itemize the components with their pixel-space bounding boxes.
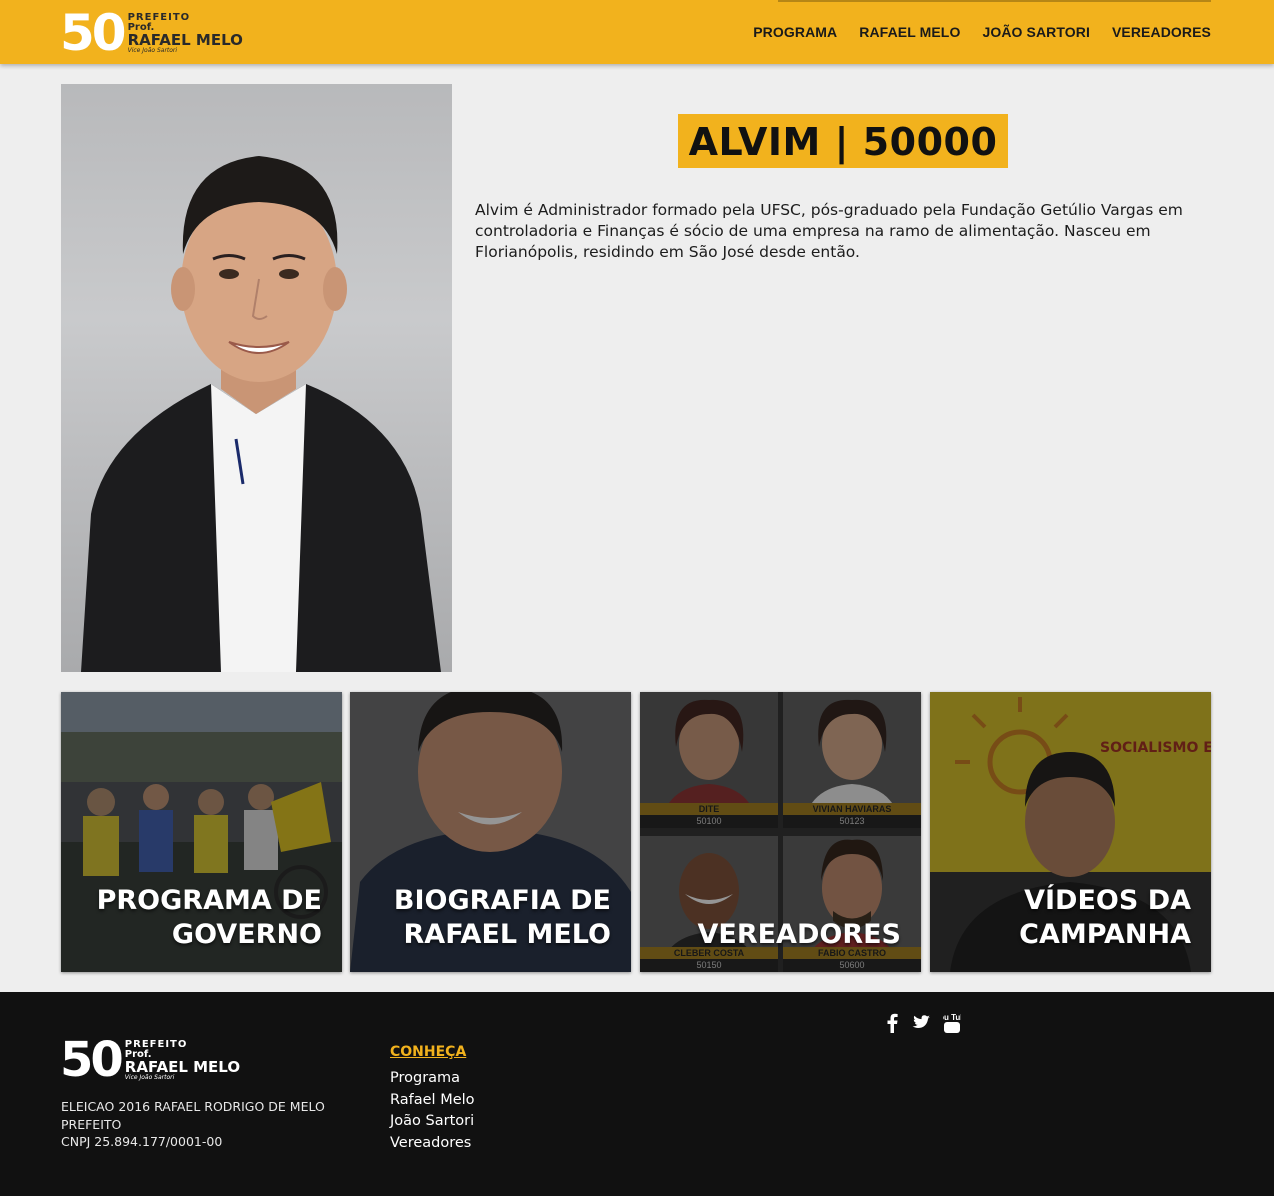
footer-info-line: CNPJ 25.894.177/0001-00	[61, 1134, 223, 1149]
logo-number: 50	[60, 1032, 124, 1088]
footer-info: ELEICAO 2016 RAFAEL RODRIGO DE MELO PREF…	[61, 1098, 325, 1151]
nav-vereadores[interactable]: VEREADORES	[1112, 24, 1211, 40]
tile-label: BIOGRAFIA DE RAFAEL MELO	[394, 884, 611, 952]
tile-programa-de-governo[interactable]: PROGRAMA DE GOVERNO	[61, 692, 342, 972]
footer-link-vereadores[interactable]: Vereadores	[390, 1133, 475, 1155]
site-logo[interactable]: 50 PREFEITO Prof. RAFAEL MELO Vice João …	[60, 8, 243, 58]
tile-label: VEREADORES	[697, 918, 901, 952]
logo-text: PREFEITO Prof. RAFAEL MELO Vice João Sar…	[127, 11, 243, 54]
facebook-icon[interactable]	[885, 1013, 899, 1037]
logo-text: PREFEITO Prof. RAFAEL MELO Vice João Sar…	[124, 1038, 241, 1081]
tile-label: VÍDEOS DA CAMPANHA	[1019, 884, 1191, 952]
tile-label: PROGRAMA DE GOVERNO	[97, 884, 322, 952]
tile-label-line1: VÍDEOS DA	[1024, 885, 1191, 916]
tile-label-line2: RAFAEL MELO	[403, 919, 611, 950]
footer-conheca-heading: CONHEÇA	[390, 1044, 467, 1060]
tile-label-line1: BIOGRAFIA DE	[393, 885, 611, 916]
tile-vereadores[interactable]: DITE 50100 VIVIAN HAVIARAS 50123 CLEBER …	[640, 692, 921, 972]
tile-biografia[interactable]: BIOGRAFIA DE RAFAEL MELO	[350, 692, 631, 972]
footer-info-line: ELEICAO 2016 RAFAEL RODRIGO DE MELO	[61, 1099, 325, 1114]
nav-joao-sartori[interactable]: JOÃO SARTORI	[982, 24, 1090, 40]
profile-title: ALVIM | 50000	[677, 114, 1009, 168]
tile-videos-da-campanha[interactable]: SOCIALISMO E LIBERDADE · SOL 50 VÍDEOS D…	[930, 692, 1211, 972]
footer-links: Programa Rafael Melo João Sartori Veread…	[390, 1068, 475, 1154]
tile-label-line2: GOVERNO	[171, 919, 322, 950]
logo-line-prefeito: PREFEITO	[124, 1038, 188, 1050]
logo-line-name: RAFAEL MELO	[124, 1057, 241, 1076]
logo-line-vice: Vice João Sartori	[127, 46, 178, 54]
footer-link-programa[interactable]: Programa	[390, 1068, 475, 1090]
main-nav: PROGRAMA RAFAEL MELO JOÃO SARTORI VEREAD…	[731, 0, 1211, 64]
tile-label-line2: VEREADORES	[697, 919, 901, 950]
profile-title-wrap: ALVIM | 50000	[475, 114, 1211, 168]
site-footer: 50 PREFEITO Prof. RAFAEL MELO Vice João …	[0, 992, 1274, 1196]
youtube-icon-text: You Tube	[943, 1013, 961, 1022]
footer-logo[interactable]: 50 PREFEITO Prof. RAFAEL MELO Vice João …	[60, 1036, 240, 1084]
footer-info-line: PREFEITO	[61, 1116, 122, 1132]
profile-photo-drawing	[81, 156, 441, 672]
footer-link-rafael-melo[interactable]: Rafael Melo	[390, 1090, 475, 1112]
tile-label-line1: PROGRAMA DE	[96, 885, 322, 916]
logo-line-name: RAFAEL MELO	[127, 30, 243, 49]
site-header: 50 PREFEITO Prof. RAFAEL MELO Vice João …	[0, 0, 1274, 64]
logo-number: 50	[60, 4, 127, 62]
social-links: You Tube	[885, 1012, 973, 1038]
profile-bio: Alvim é Administrador formado pela UFSC,…	[475, 201, 1183, 261]
footer-link-joao-sartori[interactable]: João Sartori	[390, 1111, 475, 1133]
nav-programa[interactable]: PROGRAMA	[753, 24, 837, 40]
tile-label-line2: CAMPANHA	[1019, 919, 1191, 950]
profile-photo	[61, 84, 452, 672]
logo-line-vice: Vice João Sartori	[124, 1073, 175, 1081]
logo-line-prefeito: PREFEITO	[127, 11, 191, 23]
youtube-icon[interactable]: You Tube	[934, 1012, 970, 1038]
twitter-icon[interactable]	[911, 1014, 931, 1036]
nav-rafael-melo[interactable]: RAFAEL MELO	[859, 24, 960, 40]
